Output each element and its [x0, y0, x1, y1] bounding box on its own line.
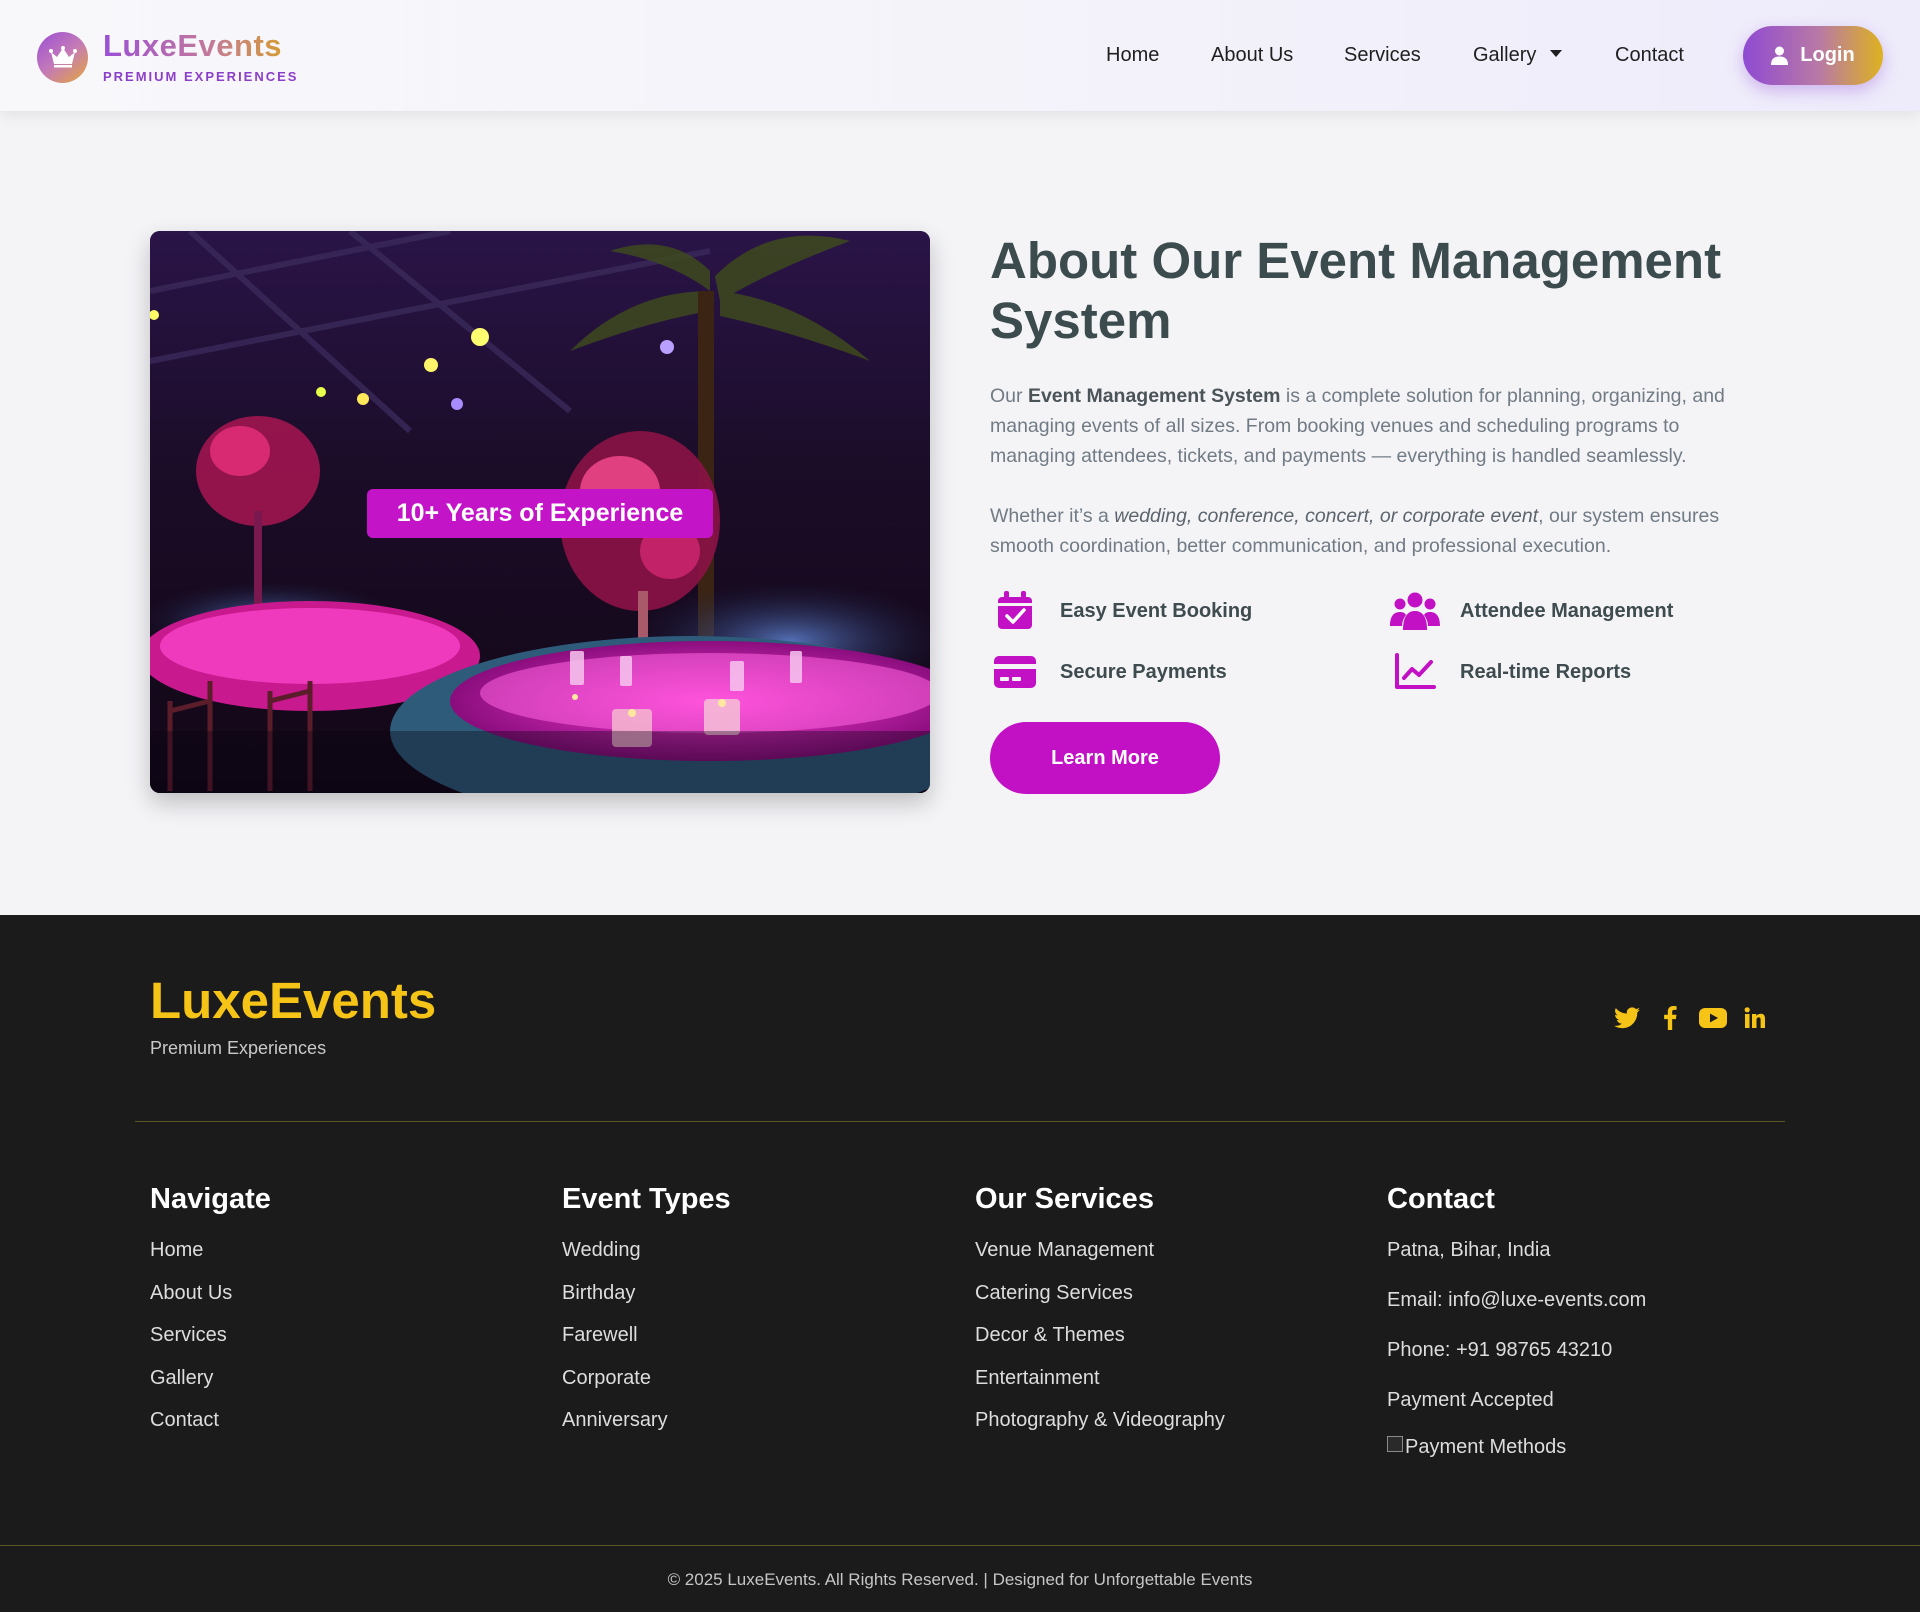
feature-easy-event-booking: Easy Event Booking: [990, 588, 1252, 634]
footer-link-farewell[interactable]: Farewell: [562, 1323, 731, 1347]
footer-link-decor-themes[interactable]: Decor & Themes: [975, 1323, 1225, 1347]
footer-link-services[interactable]: Services: [150, 1323, 271, 1347]
footer-link-anniversary[interactable]: Anniversary: [562, 1408, 731, 1432]
contact-phone[interactable]: Phone: +91 98765 43210: [1387, 1338, 1646, 1362]
feature-label: Attendee Management: [1460, 599, 1674, 622]
twitter-icon[interactable]: [1613, 1005, 1641, 1031]
footer-link-gallery[interactable]: Gallery: [150, 1366, 271, 1390]
nav-gallery-label: Gallery: [1473, 44, 1537, 66]
footer-bottom-divider: [0, 1545, 1920, 1546]
about-section: 10+ Years of Experience About Our Event …: [0, 111, 1920, 915]
feature-label: Easy Event Booking: [1060, 599, 1253, 622]
user-icon: [1771, 46, 1789, 65]
contact-location: Patna, Bihar, India: [1387, 1239, 1551, 1261]
nav-gallery[interactable]: Gallery: [1473, 44, 1563, 67]
payment-accepted-label: Payment Accepted: [1387, 1389, 1554, 1411]
brand-logo[interactable]: LuxeEvents PREMIUM EXPERIENCES: [37, 30, 298, 84]
event-hall-image: 10+ Years of Experience: [150, 231, 930, 793]
footer-link-photography[interactable]: Photography & Videography: [975, 1408, 1225, 1432]
chart-line-icon: [1390, 649, 1440, 695]
footer-link-home[interactable]: Home: [150, 1238, 271, 1262]
youtube-icon[interactable]: [1699, 1005, 1727, 1031]
footer-col-title: Navigate: [150, 1183, 271, 1215]
site-footer: LuxeEvents Premium Experiences Navigate …: [0, 915, 1920, 1612]
payment-methods-alt: Payment Methods: [1405, 1436, 1567, 1458]
nav-services[interactable]: Services: [1344, 44, 1421, 67]
experience-badge: 10+ Years of Experience: [367, 489, 713, 538]
about-paragraph-1: Our Event Management System is a complet…: [990, 385, 1725, 467]
footer-link-corporate[interactable]: Corporate: [562, 1366, 731, 1390]
nav-contact[interactable]: Contact: [1615, 44, 1684, 67]
site-header: LuxeEvents PREMIUM EXPERIENCES Home Abou…: [0, 0, 1920, 111]
feature-label: Real-time Reports: [1460, 660, 1632, 683]
about-paragraph-2: Whether it’s a wedding, conference, conc…: [990, 505, 1720, 557]
login-label: Login: [1800, 44, 1855, 66]
feature-secure-payments: Secure Payments: [990, 649, 1227, 695]
about-title: About Our Event Management System: [990, 232, 1722, 349]
footer-tagline: Premium Experiences: [150, 1038, 327, 1058]
nav-about-us[interactable]: About Us: [1211, 44, 1293, 67]
credit-card-icon: [990, 649, 1040, 695]
footer-col-title: Our Services: [975, 1183, 1154, 1215]
footer-link-entertainment[interactable]: Entertainment: [975, 1366, 1225, 1390]
users-icon: [1390, 588, 1440, 634]
linkedin-icon[interactable]: [1741, 1005, 1769, 1031]
footer-col-services: Our Services Venue Management Catering S…: [975, 1183, 1225, 1451]
brand-tagline: PREMIUM EXPERIENCES: [103, 69, 299, 84]
footer-col-contact: Contact Patna, Bihar, India Email: info@…: [1387, 1183, 1646, 1459]
contact-email[interactable]: Email: info@luxe-events.com: [1387, 1288, 1646, 1312]
footer-link-wedding[interactable]: Wedding: [562, 1238, 731, 1262]
learn-more-button[interactable]: Learn More: [990, 722, 1220, 794]
brand-name: LuxeEvents: [103, 30, 298, 61]
footer-col-title: Contact: [1387, 1183, 1495, 1215]
feature-real-time-reports: Real-time Reports: [1390, 649, 1631, 695]
crown-icon: [37, 31, 88, 83]
footer-link-venue-management[interactable]: Venue Management: [975, 1238, 1225, 1262]
calendar-check-icon: [990, 588, 1040, 634]
footer-col-event-types: Event Types Wedding Birthday Farewell Co…: [562, 1183, 731, 1451]
footer-col-title: Event Types: [562, 1183, 731, 1215]
nav-home[interactable]: Home: [1106, 44, 1159, 67]
login-button[interactable]: Login: [1743, 26, 1883, 85]
feature-label: Secure Payments: [1060, 660, 1227, 683]
caret-down-icon: [1550, 50, 1563, 58]
facebook-icon[interactable]: [1656, 1005, 1684, 1031]
footer-brand-name[interactable]: LuxeEvents: [150, 975, 436, 1026]
footer-link-catering-services[interactable]: Catering Services: [975, 1281, 1225, 1305]
broken-image-icon: [1387, 1435, 1403, 1452]
payment-methods-image: Payment Methods: [1387, 1435, 1646, 1459]
footer-col-navigate: Navigate Home About Us Services Gallery …: [150, 1183, 271, 1451]
copyright-text: © 2025 LuxeEvents. All Rights Reserved. …: [667, 1570, 1253, 1589]
footer-link-about-us[interactable]: About Us: [150, 1281, 271, 1305]
footer-link-contact[interactable]: Contact: [150, 1408, 271, 1432]
footer-divider: [135, 1121, 1785, 1122]
footer-link-birthday[interactable]: Birthday: [562, 1281, 731, 1305]
feature-attendee-management: Attendee Management: [1390, 588, 1673, 634]
